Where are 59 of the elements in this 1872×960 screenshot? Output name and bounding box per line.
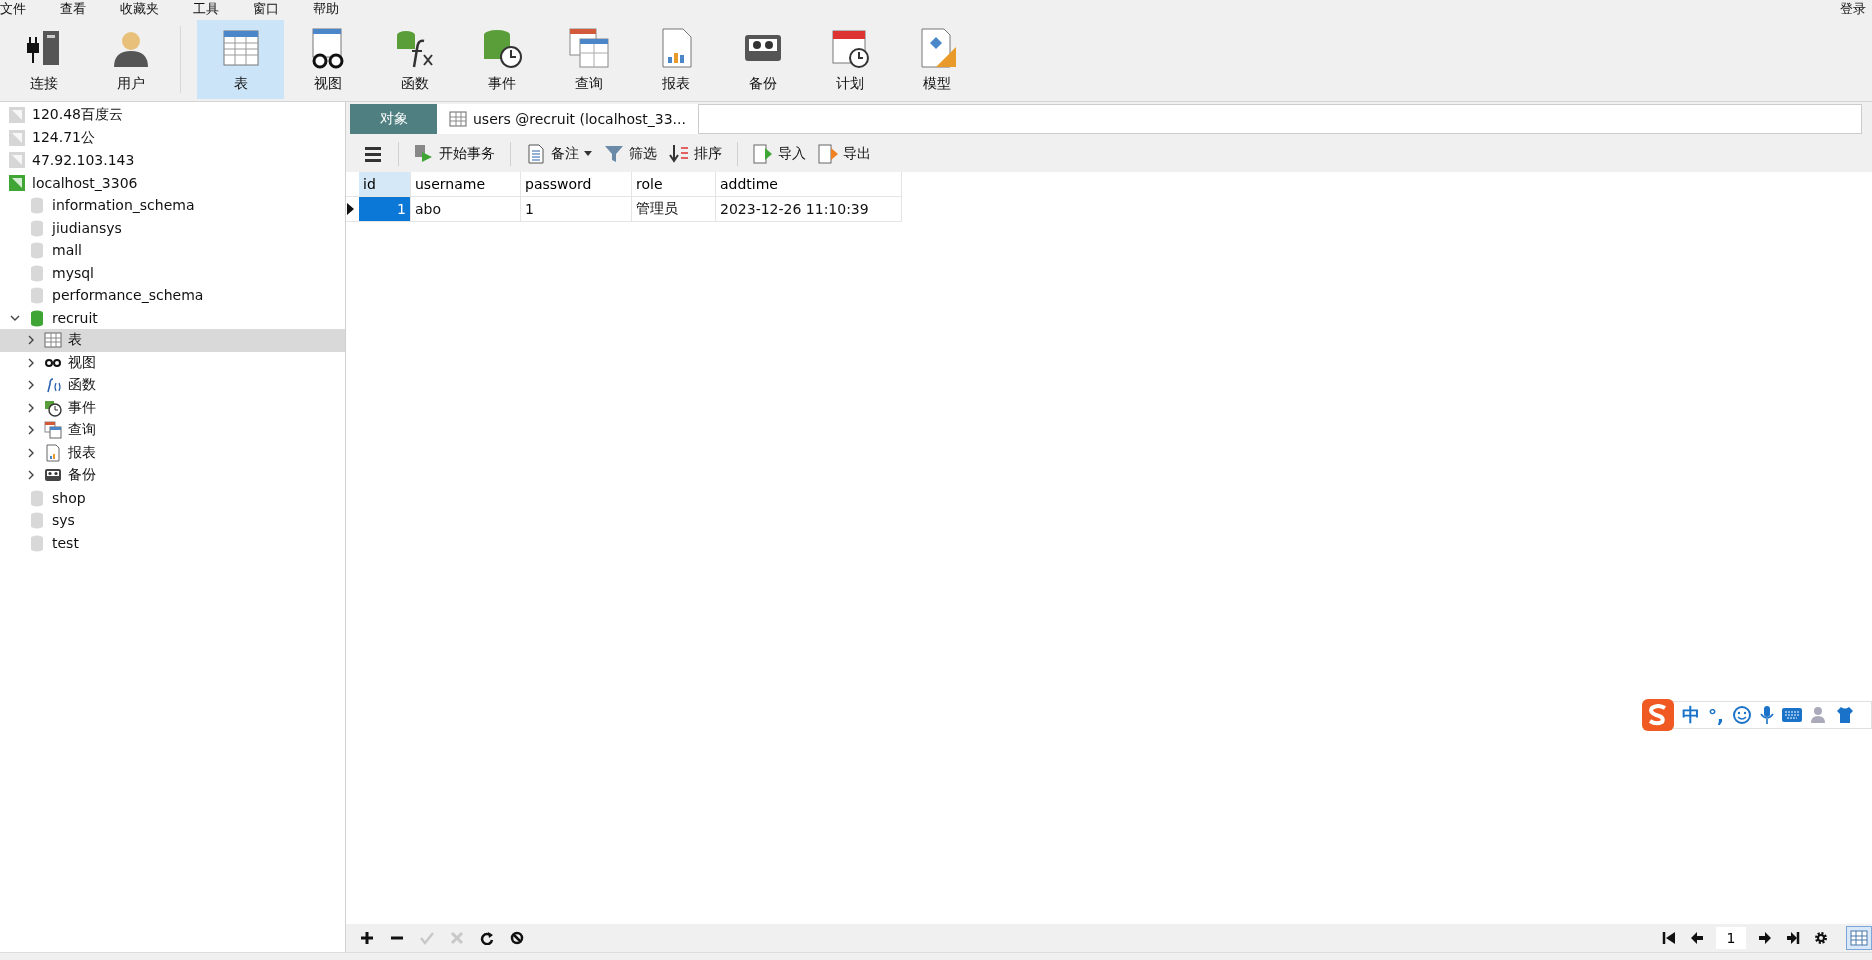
toolbar-button[interactable]: 排序 [666, 142, 725, 166]
toolbar-button[interactable]: 函数 [371, 20, 458, 99]
punctuation-mode[interactable]: °, [1708, 704, 1724, 726]
table-cell[interactable]: 1 [521, 197, 632, 222]
column-header[interactable]: username [411, 172, 521, 197]
tree-item[interactable]: information_schema [0, 194, 345, 217]
column-header[interactable]: role [632, 172, 716, 197]
toolbar-button[interactable]: 报表 [632, 20, 719, 99]
column-header[interactable]: addtime [716, 172, 902, 197]
table-cell[interactable]: 管理员 [632, 197, 716, 222]
tree-item[interactable]: test [0, 531, 345, 554]
tab[interactable]: users @recruit (localhost_33... [437, 104, 698, 134]
table-cell[interactable]: abo [411, 197, 521, 222]
tree-item[interactable]: 查询 [0, 419, 345, 442]
tree-item[interactable]: 124.71公 [0, 126, 345, 149]
tree-item[interactable]: localhost_3306 [0, 171, 345, 194]
tree-item[interactable]: 函数 [0, 374, 345, 397]
tree-item[interactable]: 47.92.103.143 [0, 149, 345, 172]
menu-item[interactable]: 工具 [193, 2, 219, 16]
menu-item[interactable]: 查看 [60, 2, 86, 16]
toolbar-button[interactable]: 事件 [458, 20, 545, 99]
toolbar-button[interactable]: 模型 [893, 20, 980, 99]
tree-item[interactable]: performance_schema [0, 284, 345, 307]
toolbar-button[interactable]: 备注 [523, 142, 595, 166]
toolbar-button[interactable]: 用户 [87, 20, 174, 99]
tree-item[interactable]: jiudiansys [0, 216, 345, 239]
tree-item[interactable]: 备份 [0, 464, 345, 487]
tree-item[interactable]: 视图 [0, 351, 345, 374]
toolbar-button[interactable]: 导入 [750, 142, 809, 166]
tree-item[interactable]: recruit [0, 306, 345, 329]
toolbar-button[interactable]: 查询 [545, 20, 632, 99]
input-mode[interactable]: 中 [1682, 703, 1700, 727]
column-header[interactable]: password [521, 172, 632, 197]
tree-item[interactable]: mall [0, 239, 345, 262]
tree-item[interactable]: 报表 [0, 441, 345, 464]
tab[interactable]: 对象 [350, 104, 437, 134]
table-cell[interactable]: 1 [359, 197, 411, 222]
menu-item[interactable]: 收藏夹 [120, 2, 159, 16]
table-cell[interactable]: 2023-12-26 11:10:39 [716, 197, 902, 222]
tree-item[interactable]: sys [0, 509, 345, 532]
toolbar-button[interactable]: 开始事务 [411, 142, 498, 166]
toolbar-button[interactable]: 导出 [815, 142, 874, 166]
toolbar-button[interactable]: 筛选 [601, 142, 660, 166]
toolbar-button[interactable]: 连接 [0, 20, 87, 99]
column-header[interactable]: id [359, 172, 411, 197]
toolbar-button[interactable]: 备份 [719, 20, 806, 99]
tree-item[interactable]: 120.48百度云 [0, 104, 345, 127]
tree-item[interactable]: shop [0, 486, 345, 509]
tree-item[interactable]: mysql [0, 261, 345, 284]
toolbar-button[interactable]: 表 [197, 20, 284, 99]
menu-item[interactable]: 窗口 [253, 2, 279, 16]
tree-item[interactable]: 事件 [0, 396, 345, 419]
menu-item[interactable]: 帮助 [313, 2, 339, 16]
page-number-field[interactable]: 1 [1716, 927, 1746, 949]
toolbar-button[interactable]: 计划 [806, 20, 893, 99]
menu-item[interactable]: 文件 [0, 2, 26, 16]
tree-item[interactable]: 表 [0, 329, 345, 352]
login-link[interactable]: 登录 [1840, 2, 1866, 16]
toolbar-button[interactable]: 视图 [284, 20, 371, 99]
